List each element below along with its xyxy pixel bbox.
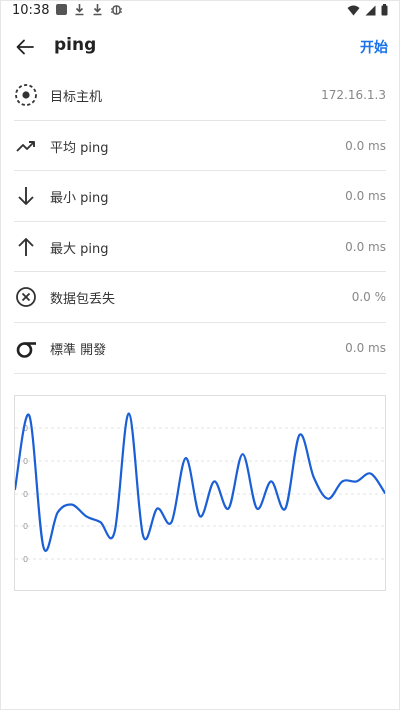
back-button[interactable] bbox=[12, 34, 38, 60]
download-icon bbox=[75, 4, 84, 16]
y-tick-label: 0 bbox=[23, 457, 28, 466]
page-title: ping bbox=[54, 35, 97, 55]
stat-label: 標準 開發 bbox=[50, 342, 107, 358]
stat-row-target-host: 目标主机 172.16.1.3 bbox=[0, 70, 400, 121]
sigma-icon bbox=[14, 336, 38, 360]
cancel-circle-icon bbox=[14, 285, 38, 309]
start-button[interactable]: 开始 bbox=[360, 37, 388, 57]
stat-label: 最大 ping bbox=[50, 241, 109, 257]
stat-row-max-ping: 最大 ping 0.0 ms bbox=[0, 222, 400, 273]
wifi-icon bbox=[347, 5, 360, 15]
chart-svg: 00000 bbox=[15, 412, 385, 564]
y-tick-label: 0 bbox=[23, 522, 28, 531]
arrow-back-icon bbox=[16, 39, 34, 55]
system-icons bbox=[347, 4, 388, 16]
app-notification-icon bbox=[56, 4, 67, 15]
download-icon-2 bbox=[93, 4, 102, 16]
stat-value: 0.0 ms bbox=[345, 189, 386, 204]
stat-value: 0.0 ms bbox=[345, 138, 386, 153]
stat-label: 目标主机 bbox=[50, 90, 103, 105]
notification-icons bbox=[56, 3, 123, 16]
ping-chart: 00000 bbox=[14, 395, 386, 591]
stat-value: 0.0 ms bbox=[345, 239, 386, 254]
stat-row-min-ping: 最小 ping 0.0 ms bbox=[0, 171, 400, 222]
stat-label: 数据包丢失 bbox=[50, 292, 116, 308]
status-bar: 10:38 bbox=[0, 0, 400, 22]
y-tick-label: 0 bbox=[23, 555, 28, 564]
stat-value: 0.0 % bbox=[351, 290, 386, 305]
stat-value: 172.16.1.3 bbox=[321, 88, 386, 102]
stat-label: 平均 ping bbox=[50, 140, 109, 156]
stat-label: 最小 ping bbox=[50, 191, 109, 207]
target-icon bbox=[14, 83, 38, 107]
bug-icon bbox=[111, 5, 122, 15]
status-time: 10:38 bbox=[12, 3, 50, 18]
trending-up-icon bbox=[14, 134, 38, 158]
divider bbox=[14, 372, 386, 374]
ping-series-line bbox=[15, 412, 385, 552]
stat-row-average-ping: 平均 ping 0.0 ms bbox=[0, 121, 400, 172]
stat-value: 0.0 ms bbox=[345, 340, 386, 355]
stats-list: 目标主机 172.16.1.3 平均 ping 0.0 ms 最小 ping 0… bbox=[0, 70, 400, 374]
battery-icon bbox=[381, 4, 388, 16]
app-bar: ping 开始 bbox=[0, 24, 400, 68]
signal-icon bbox=[365, 5, 376, 15]
stat-row-packet-loss: 数据包丢失 0.0 % bbox=[0, 272, 400, 323]
stat-row-std-dev: 標準 開發 0.0 ms bbox=[0, 323, 400, 374]
arrow-down-icon bbox=[14, 184, 38, 208]
y-tick-label: 0 bbox=[23, 490, 28, 499]
arrow-up-icon bbox=[14, 235, 38, 259]
